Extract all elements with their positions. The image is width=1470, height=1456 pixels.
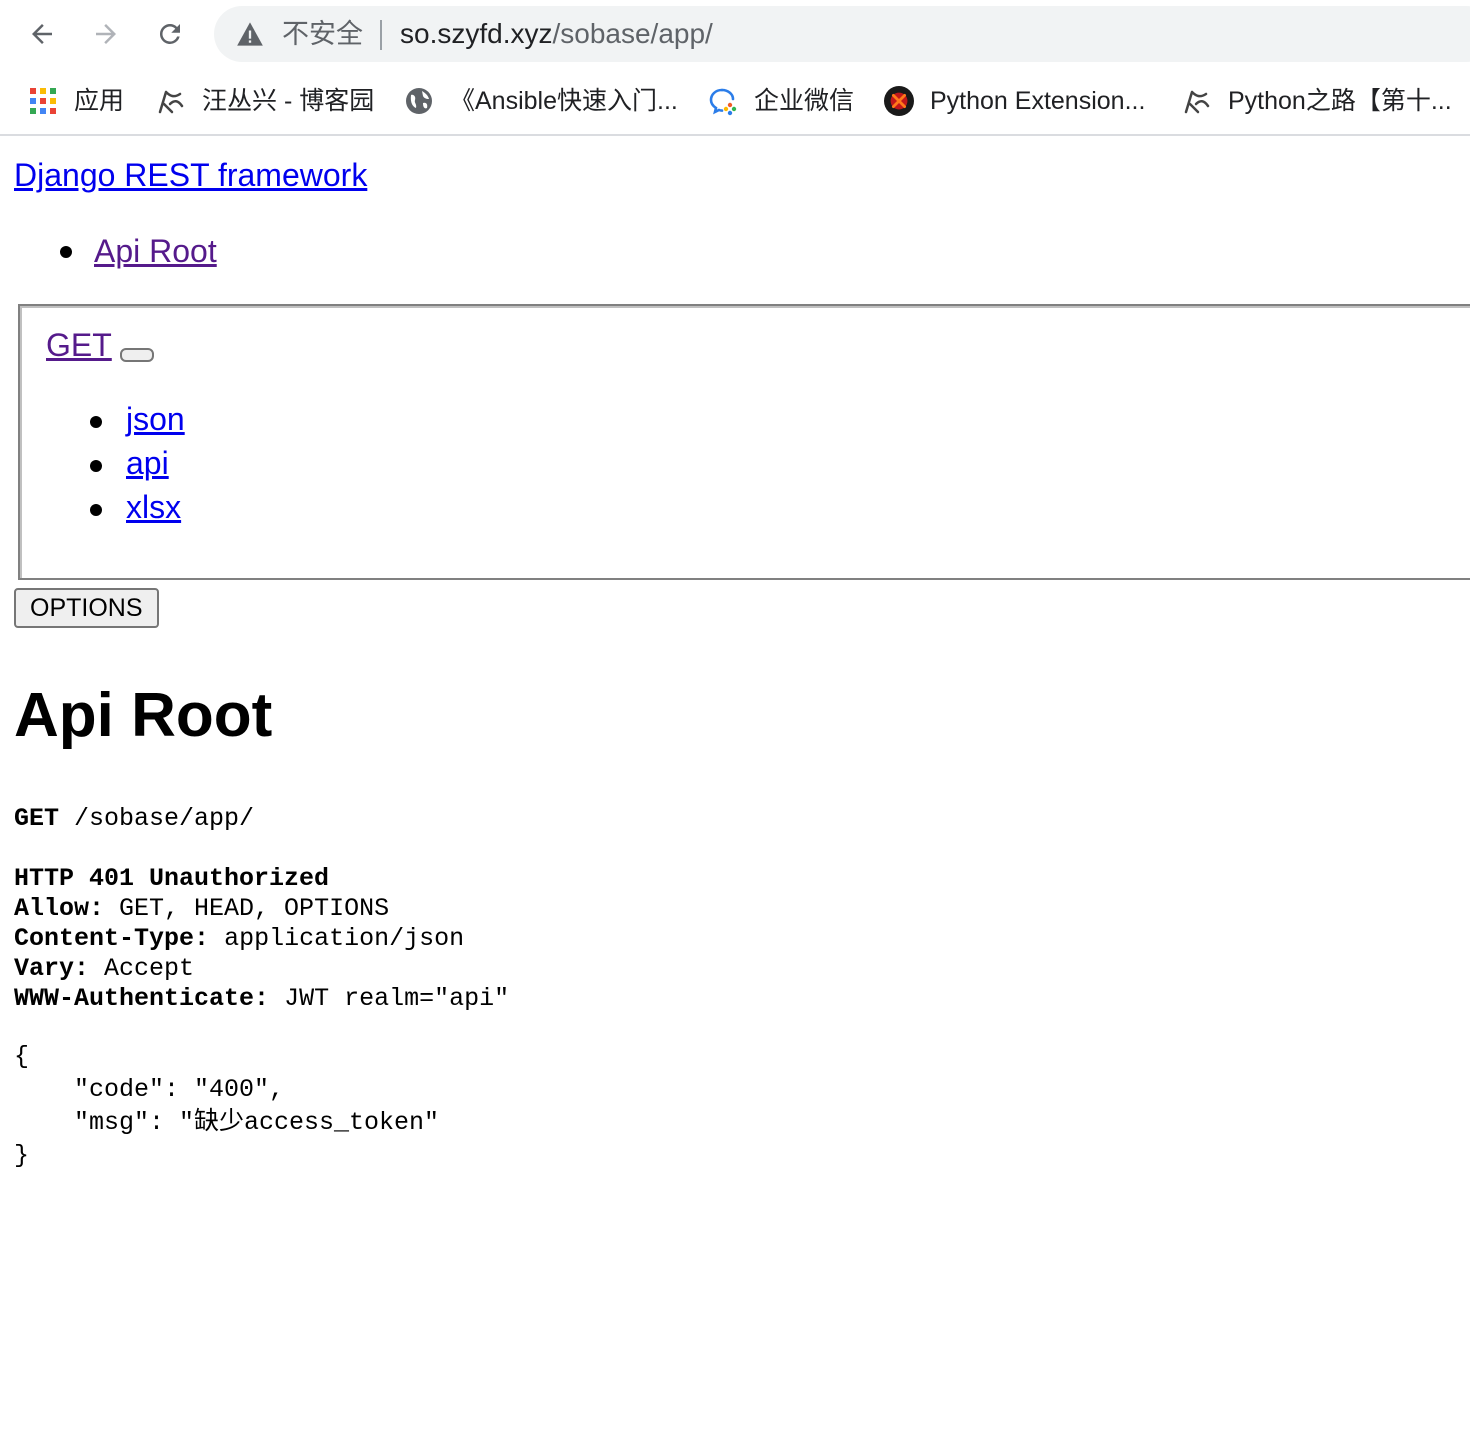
browser-toolbar: 不安全 so.szyfd.xyz/sobase/app/ <box>0 0 1470 68</box>
url-text[interactable]: so.szyfd.xyz/sobase/app/ <box>400 19 713 49</box>
not-secure-label[interactable]: 不安全 <box>282 19 363 49</box>
bookmark-wecom[interactable]: 企业微信 <box>708 82 854 120</box>
warning-icon[interactable] <box>236 21 264 47</box>
url-host: so.szyfd.xyz <box>400 18 553 49</box>
header-value: application/json <box>224 924 465 953</box>
bookmark-label: 《Ansible快速入门... <box>450 87 678 115</box>
bookmark-apps[interactable]: 应用 <box>28 82 124 120</box>
bookmark-ansible[interactable]: 《Ansible快速入门... <box>404 82 678 120</box>
format-json-link[interactable]: json <box>126 400 185 438</box>
forward-arrow-icon <box>96 24 116 44</box>
header-value: Accept <box>104 954 195 983</box>
get-button[interactable]: GET <box>46 326 112 364</box>
format-xlsx-link[interactable]: xlsx <box>126 488 181 526</box>
format-api-link[interactable]: api <box>126 444 169 482</box>
list-bullet <box>90 416 102 428</box>
apps-grid-icon <box>30 88 56 114</box>
bookmark-python-extension[interactable]: Python Extension... <box>884 82 1145 120</box>
wecom-icon <box>709 88 737 116</box>
bookmark-label: Python Extension... <box>930 87 1146 115</box>
get-form: GET json api xlsx <box>18 304 1470 580</box>
list-bullet <box>60 246 72 258</box>
request-path: /sobase/app/ <box>74 804 255 833</box>
format-dropdown-toggle[interactable] <box>120 348 154 362</box>
list-bullet <box>90 460 102 472</box>
cnblogs-icon <box>158 90 184 114</box>
reload-icon <box>159 23 180 44</box>
address-bar[interactable]: 不安全 so.szyfd.xyz/sobase/app/ <box>214 6 1470 62</box>
address-separator <box>380 20 382 50</box>
response-status: HTTP 401 Unauthorized <box>14 864 330 893</box>
header-name: Allow: <box>14 894 105 923</box>
header-name: WWW-Authenticate: <box>14 984 270 1013</box>
bookmark-cnblogs-wang[interactable]: 汪丛兴 - 博客园 <box>156 82 374 120</box>
python-extension-icon <box>884 86 914 116</box>
bookmark-label: 汪丛兴 - 博客园 <box>202 87 375 115</box>
globe-icon <box>406 88 432 114</box>
response-body: { "code": "400", "msg": "缺少access_token"… <box>14 1042 440 1170</box>
forward-button[interactable] <box>86 14 126 54</box>
bookmarks-bar: 应用 汪丛兴 - 博客园 《Ansible快速入门... 企业微信 Python… <box>0 68 1470 136</box>
bookmark-label: 应用 <box>74 87 125 115</box>
breadcrumb-api-root[interactable]: Api Root <box>94 232 217 270</box>
bookmark-label: 企业微信 <box>754 87 855 115</box>
header-value: JWT realm="api" <box>284 984 510 1013</box>
bookmark-label: Python之路【第十... <box>1228 87 1452 115</box>
back-arrow-icon <box>32 24 52 44</box>
page-title: Api Root <box>14 681 273 750</box>
url-path: /sobase/app/ <box>552 18 713 49</box>
header-name: Content-Type: <box>14 924 210 953</box>
cnblogs-icon <box>1184 90 1210 114</box>
back-button[interactable] <box>22 14 62 54</box>
options-button[interactable]: OPTIONS <box>14 588 159 628</box>
bookmark-python-road[interactable]: Python之路【第十... <box>1182 82 1452 120</box>
list-bullet <box>90 504 102 516</box>
response-info: GET /sobase/app/ HTTP 401 Unauthorized A… <box>14 804 509 1014</box>
reload-button[interactable] <box>150 14 190 54</box>
header-value: GET, HEAD, OPTIONS <box>119 894 390 923</box>
request-method: GET <box>14 804 60 833</box>
header-name: Vary: <box>14 954 90 983</box>
brand-link[interactable]: Django REST framework <box>14 156 367 194</box>
